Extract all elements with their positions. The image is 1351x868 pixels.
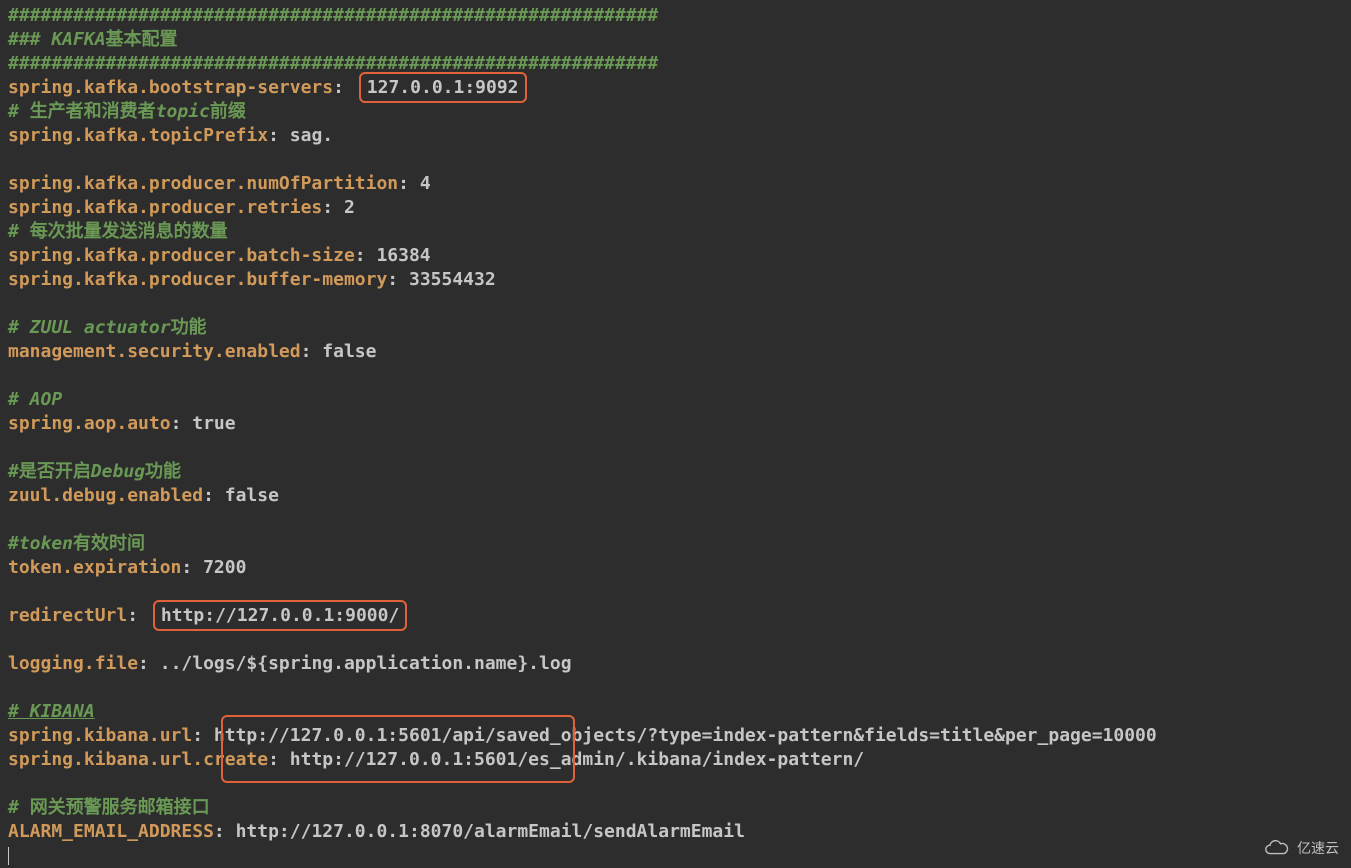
- code-line: spring.kafka.producer.buffer-memory: 335…: [8, 268, 1343, 292]
- code-editor[interactable]: ########################################…: [8, 4, 1343, 868]
- code-line: logging.file: ../logs/${spring.applicati…: [8, 652, 1343, 676]
- cloud-icon: [1263, 839, 1291, 857]
- code-line: spring.kafka.topicPrefix: sag.: [8, 124, 1343, 148]
- code-line: ########################################…: [8, 4, 1343, 28]
- code-line: ########################################…: [8, 52, 1343, 76]
- code-line: zuul.debug.enabled: false: [8, 484, 1343, 508]
- property-key: spring.kafka.producer.numOfPartition: [8, 173, 398, 194]
- code-line: [8, 628, 1343, 652]
- section-title: ### KAFKA: [8, 29, 106, 50]
- code-line: [8, 148, 1343, 172]
- property-key: management.security.enabled: [8, 341, 301, 362]
- code-line: spring.kibana.url.create: http://127.0.0…: [8, 748, 1343, 772]
- code-line: ALARM_EMAIL_ADDRESS: http://127.0.0.1:80…: [8, 820, 1343, 844]
- highlighted-value: 127.0.0.1:9092: [359, 72, 527, 103]
- section-divider: ########################################…: [8, 53, 658, 74]
- property-value: sag.: [279, 125, 333, 146]
- code-line: spring.kafka.bootstrap-servers: 127.0.0.…: [8, 76, 1343, 100]
- code-line: spring.kafka.producer.batch-size: 16384: [8, 244, 1343, 268]
- code-line: # 生产者和消费者topic前缀: [8, 100, 1343, 124]
- code-line: ### KAFKA基本配置: [8, 28, 1343, 52]
- property-value: http://127.0.0.1:8070/alarmEmail/sendAla…: [225, 821, 745, 842]
- code-line: [8, 772, 1343, 796]
- property-value: true: [181, 413, 235, 434]
- property-key: spring.kafka.producer.buffer-memory: [8, 269, 387, 290]
- code-line: # ZUUL actuator功能: [8, 316, 1343, 340]
- code-line: #是否开启Debug功能: [8, 460, 1343, 484]
- code-line: [8, 436, 1343, 460]
- code-line: # KIBANA: [8, 700, 1343, 724]
- property-value: 7200: [192, 557, 246, 578]
- code-line: [8, 508, 1343, 532]
- code-line: [8, 844, 1343, 868]
- code-line: redirectUrl: http://127.0.0.1:9000/: [8, 604, 1343, 628]
- code-line: [8, 676, 1343, 700]
- property-key: spring.kafka.producer.batch-size: [8, 245, 355, 266]
- code-line: spring.aop.auto: true: [8, 412, 1343, 436]
- property-key: spring.kafka.bootstrap-servers: [8, 77, 333, 98]
- property-value: 2: [333, 197, 355, 218]
- property-value: http://127.0.0.1:5601/api/saved_objects/…: [203, 725, 1157, 746]
- highlighted-value: http://127.0.0.1:9000/: [153, 600, 407, 631]
- section-divider: ########################################…: [8, 5, 658, 26]
- code-line: spring.kafka.producer.retries: 2: [8, 196, 1343, 220]
- property-key: spring.kafka.producer.retries: [8, 197, 322, 218]
- code-line: spring.kafka.producer.numOfPartition: 4: [8, 172, 1343, 196]
- property-key: token.expiration: [8, 557, 181, 578]
- text-cursor: [8, 847, 9, 865]
- property-value: ../logs/${spring.application.name}.log: [149, 653, 572, 674]
- watermark-text: 亿速云: [1297, 836, 1339, 860]
- property-key: ALARM_EMAIL_ADDRESS: [8, 821, 214, 842]
- code-line: token.expiration: 7200: [8, 556, 1343, 580]
- code-line: # AOP: [8, 388, 1343, 412]
- code-line: # 每次批量发送消息的数量: [8, 220, 1343, 244]
- code-line: #token有效时间: [8, 532, 1343, 556]
- property-key: zuul.debug.enabled: [8, 485, 203, 506]
- property-value: false: [311, 341, 376, 362]
- code-line: # 网关预警服务邮箱接口: [8, 796, 1343, 820]
- watermark: 亿速云: [1263, 836, 1339, 860]
- property-value: 16384: [366, 245, 431, 266]
- property-key: redirectUrl: [8, 605, 127, 626]
- code-line: spring.kibana.url: http://127.0.0.1:5601…: [8, 724, 1343, 748]
- property-value: false: [214, 485, 279, 506]
- code-line: management.security.enabled: false: [8, 340, 1343, 364]
- property-value: 4: [409, 173, 431, 194]
- property-key: spring.aop.auto: [8, 413, 171, 434]
- property-key: logging.file: [8, 653, 138, 674]
- property-key: spring.kibana.url.create: [8, 749, 268, 770]
- code-line: [8, 364, 1343, 388]
- property-value: http://127.0.0.1:5601/es_admin/.kibana/i…: [279, 749, 864, 770]
- code-line: [8, 292, 1343, 316]
- property-key: spring.kibana.url: [8, 725, 192, 746]
- property-key: spring.kafka.topicPrefix: [8, 125, 268, 146]
- property-value: 33554432: [398, 269, 496, 290]
